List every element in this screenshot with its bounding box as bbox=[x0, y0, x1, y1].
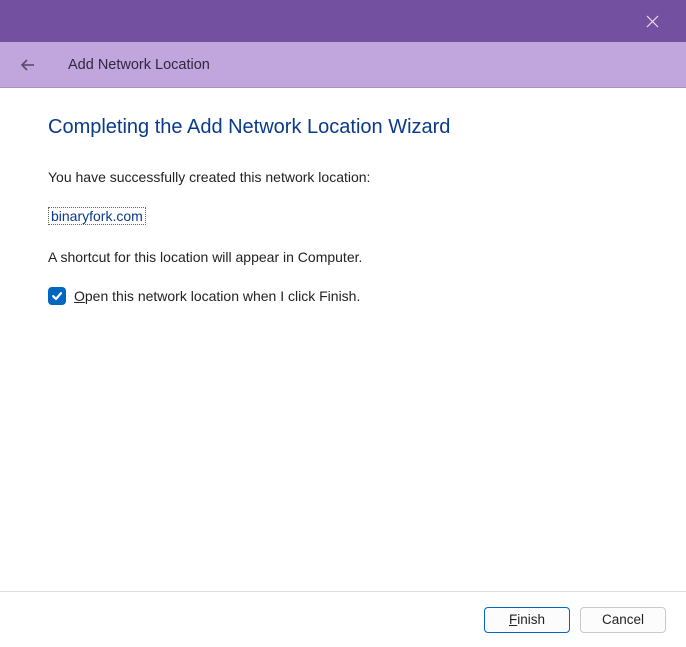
wizard-footer: Finish Cancel bbox=[0, 591, 686, 647]
wizard-content: Completing the Add Network Location Wiza… bbox=[0, 88, 686, 591]
checkmark-icon bbox=[51, 290, 63, 302]
cancel-button[interactable]: Cancel bbox=[580, 607, 666, 633]
titlebar bbox=[0, 0, 686, 42]
network-location-link[interactable]: binaryfork.com bbox=[48, 207, 146, 225]
close-icon bbox=[646, 15, 659, 28]
wizard-header: Add Network Location bbox=[0, 42, 686, 88]
open-location-label[interactable]: Open this network location when I click … bbox=[74, 288, 360, 304]
header-title: Add Network Location bbox=[68, 57, 210, 73]
finish-button[interactable]: Finish bbox=[484, 607, 570, 633]
open-location-row: Open this network location when I click … bbox=[48, 287, 638, 305]
open-location-checkbox[interactable] bbox=[48, 287, 66, 305]
back-arrow-icon bbox=[19, 56, 37, 74]
back-button[interactable] bbox=[16, 53, 40, 77]
close-button[interactable] bbox=[630, 5, 674, 37]
success-text: You have successfully created this netwo… bbox=[48, 169, 638, 185]
shortcut-text: A shortcut for this location will appear… bbox=[48, 249, 638, 265]
wizard-title: Completing the Add Network Location Wiza… bbox=[48, 116, 638, 139]
